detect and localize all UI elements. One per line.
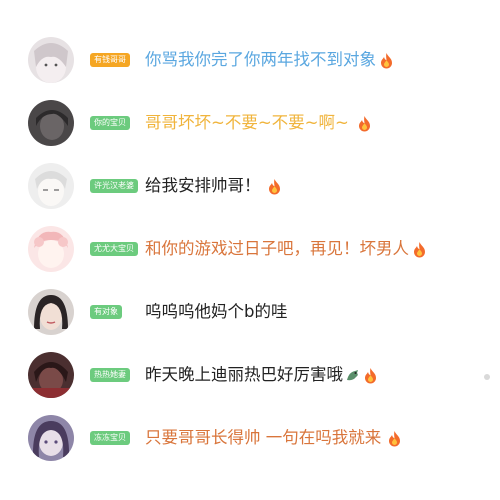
fire-icon <box>412 241 427 258</box>
comment-row[interactable]: 冻冻宝贝 只要哥哥长得帅 一句在吗我就来 <box>0 415 500 477</box>
fire-icon <box>379 52 394 69</box>
comment-message: 给我安排帅哥！ <box>145 174 282 198</box>
user-badge: 冻冻宝贝 <box>90 431 130 445</box>
comment-message: 你骂我你完了你两年找不到对象 <box>145 48 394 72</box>
avatar[interactable] <box>28 352 74 398</box>
avatar[interactable] <box>28 100 74 146</box>
comment-message: 只要哥哥长得帅 一句在吗我就来 <box>145 426 402 450</box>
fire-icon <box>357 115 372 132</box>
comment-row[interactable]: 有钱哥哥 你骂我你完了你两年找不到对象 <box>0 37 500 99</box>
dragon-icon <box>345 368 360 383</box>
avatar[interactable] <box>28 226 74 272</box>
avatar[interactable] <box>28 163 74 209</box>
comment-row[interactable]: 有对象 呜呜呜他妈个b的哇 <box>0 289 500 351</box>
avatar[interactable] <box>28 415 74 461</box>
comment-message: 和你的游戏过日子吧，再见！坏男人 <box>145 237 427 261</box>
comment-text: 和你的游戏过日子吧，再见！坏男人 <box>145 239 409 258</box>
comment-row[interactable]: 尤尤大宝贝 和你的游戏过日子吧，再见！坏男人 <box>0 226 500 288</box>
fire-icon <box>387 430 402 447</box>
comment-message: 哥哥坏坏~不要~不要~啊~ <box>145 111 372 135</box>
avatar[interactable] <box>28 289 74 335</box>
fire-icon <box>267 178 282 195</box>
more-indicator <box>484 374 490 380</box>
comment-row[interactable]: 热热她妻 昨天晚上迪丽热巴好厉害哦 <box>0 352 500 414</box>
fire-icon <box>363 367 378 384</box>
user-badge: 有对象 <box>90 305 122 319</box>
user-badge: 许光汉老婆 <box>90 179 138 193</box>
user-badge: 你的宝贝 <box>90 116 130 130</box>
user-badge: 有钱哥哥 <box>90 53 130 67</box>
comment-row[interactable]: 你的宝贝 哥哥坏坏~不要~不要~啊~ <box>0 100 500 162</box>
comment-text: 哥哥坏坏~不要~不要~啊~ <box>145 113 349 132</box>
user-badge: 尤尤大宝贝 <box>90 242 138 256</box>
comment-message: 呜呜呜他妈个b的哇 <box>145 300 287 324</box>
comment-text: 你骂我你完了你两年找不到对象 <box>145 50 376 69</box>
user-badge: 热热她妻 <box>90 368 130 382</box>
comment-text: 呜呜呜他妈个b的哇 <box>145 302 288 321</box>
avatar[interactable] <box>28 37 74 83</box>
comment-text: 昨天晚上迪丽热巴好厉害哦 <box>145 365 343 384</box>
comment-text: 只要哥哥长得帅 一句在吗我就来 <box>145 428 382 447</box>
comment-row[interactable]: 许光汉老婆 给我安排帅哥！ <box>0 163 500 225</box>
comment-message: 昨天晚上迪丽热巴好厉害哦 <box>145 363 378 387</box>
comment-text: 给我安排帅哥！ <box>145 176 261 195</box>
comment-list: 有钱哥哥 你骂我你完了你两年找不到对象 你的宝贝 哥哥坏坏~不要~不要~啊~ 许… <box>0 0 500 500</box>
